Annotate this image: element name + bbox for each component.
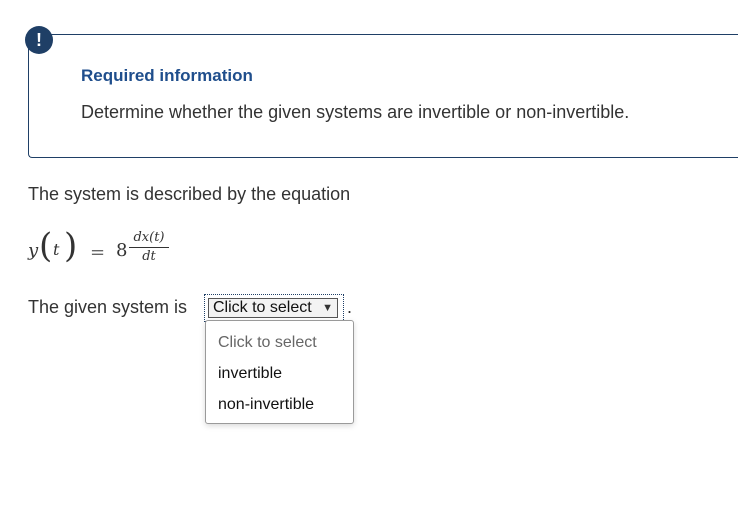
dropdown-option-non-invertible[interactable]: non-invertible (206, 391, 353, 422)
sentence-period: . (347, 297, 353, 317)
equation-lhs-variable: t (53, 240, 60, 259)
answer-dropdown-list: Click to select invertible non-invertibl… (205, 320, 354, 424)
equation-lhs-function: y (28, 240, 39, 261)
given-system-label: The given system is (28, 297, 188, 317)
dropdown-option-placeholder[interactable]: Click to select (206, 329, 353, 360)
answer-select-value: Click to select (213, 299, 312, 316)
info-title: Required information (81, 66, 253, 85)
equation-numerator: dx(t) (133, 230, 165, 245)
required-info-box (28, 34, 738, 158)
chevron-down-icon: ▼ (322, 302, 333, 314)
equation-open-paren: ( (39, 226, 53, 266)
dropdown-option-invertible[interactable]: invertible (206, 360, 353, 391)
system-description: The system is described by the equation (28, 184, 351, 204)
equation-close-paren: ) (64, 226, 78, 266)
equation-coefficient: 8 (116, 240, 128, 261)
info-description: Determine whether the given systems are … (81, 102, 630, 122)
equation-denominator: dt (142, 249, 156, 264)
answer-select-focus-ring: Click to select ▼ (204, 294, 344, 322)
answer-select[interactable]: Click to select ▼ (208, 298, 338, 318)
page: ! Required information Determine whether… (0, 0, 738, 506)
equation-equals: = (90, 242, 106, 263)
equation-fraction-bar (129, 247, 169, 248)
alert-icon: ! (25, 26, 53, 54)
equation-fraction: dx(t) dt (129, 230, 169, 264)
